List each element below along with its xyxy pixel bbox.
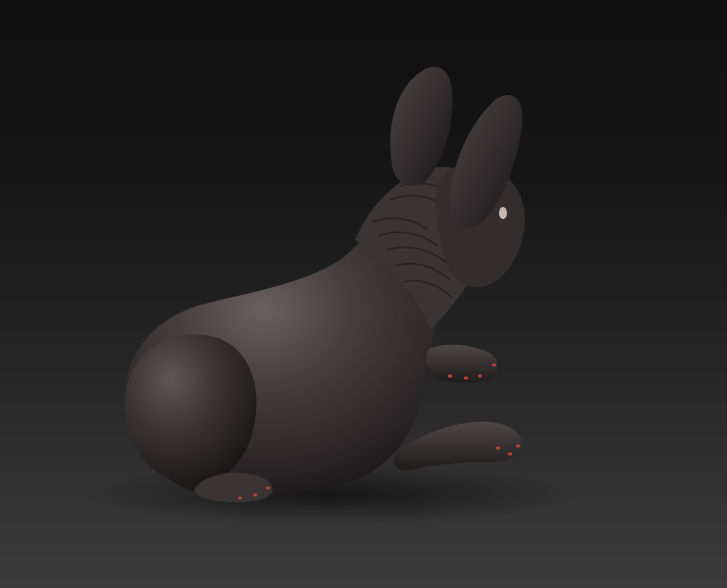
dog-haunch	[124, 334, 257, 485]
dog-eye	[499, 207, 507, 219]
dog-front-leg-lower	[393, 421, 523, 471]
render-viewport	[0, 0, 727, 588]
dog-sculpt-render	[80, 66, 580, 525]
dog-front-leg-upper	[426, 344, 498, 383]
